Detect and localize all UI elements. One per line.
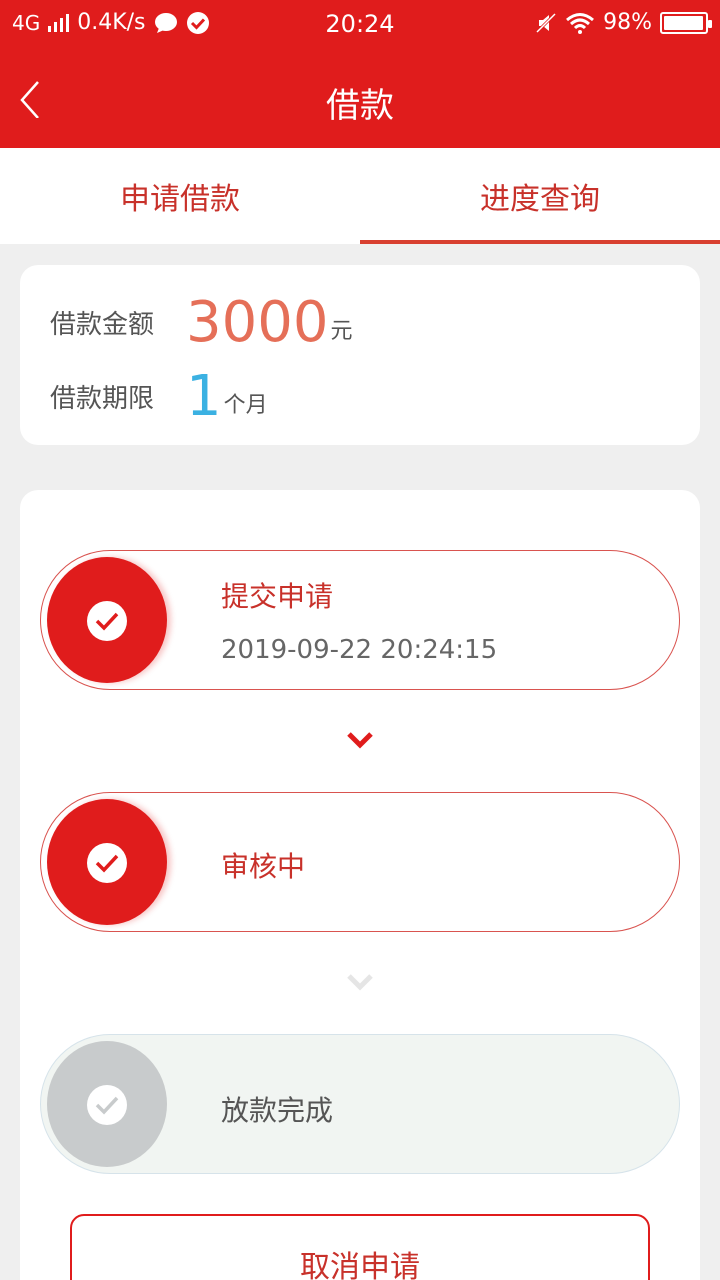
amount-unit: 元 [330, 319, 353, 344]
step-review: 审核中 [40, 792, 680, 932]
loan-info-card: 借款金额 3000 元 借款期限 1 个月 [20, 265, 700, 445]
amount-row: 借款金额 3000 元 [50, 295, 353, 351]
check-icon [87, 843, 127, 883]
term-unit: 个月 [223, 393, 268, 418]
term-label: 借款期限 [50, 384, 155, 414]
check-icon [87, 601, 127, 641]
term-value: 1 [186, 364, 222, 429]
step-title: 审核中 [221, 850, 306, 883]
check-icon [87, 1085, 127, 1125]
battery-icon [660, 11, 712, 34]
screen: 4G 0.4K/s 20:24 98% 借款 申请借款 进度查询 借款金额 30… [0, 0, 720, 1280]
step-circle [47, 1041, 167, 1167]
step-disbursed: 放款完成 [40, 1034, 680, 1174]
status-bar: 4G 0.4K/s 20:24 98% [0, 0, 720, 50]
step-time: 2019-09-22 20:24:15 [221, 635, 498, 665]
page-title: 借款 [326, 86, 394, 126]
step-title: 放款完成 [221, 1094, 334, 1127]
progress-card: 提交申请 2019-09-22 20:24:15 审核中 放款完成 [20, 490, 700, 1280]
chevron-down-icon [347, 974, 373, 991]
cancel-application-button[interactable]: 取消申请 [70, 1214, 650, 1280]
status-right: 98% [535, 10, 712, 35]
battery-text: 98% [603, 10, 652, 35]
app-bar: 借款 [0, 50, 720, 148]
step-circle [47, 557, 167, 683]
step-title: 提交申请 [221, 580, 334, 613]
tab-apply-loan[interactable]: 申请借款 [0, 148, 360, 244]
chevron-down-icon [347, 732, 373, 749]
tab-label: 进度查询 [480, 182, 600, 217]
mute-icon [536, 12, 557, 33]
term-row: 借款期限 1 个月 [50, 369, 268, 425]
tab-progress-query[interactable]: 进度查询 [360, 148, 720, 244]
wifi-icon [566, 12, 595, 34]
amount-value: 3000 [186, 290, 329, 355]
step-circle [47, 799, 167, 925]
step-submit: 提交申请 2019-09-22 20:24:15 [40, 550, 680, 690]
amount-label: 借款金额 [50, 310, 155, 340]
tab-bar: 申请借款 进度查询 [0, 148, 720, 244]
battery-fill [664, 15, 704, 30]
tab-label: 申请借款 [120, 182, 240, 217]
